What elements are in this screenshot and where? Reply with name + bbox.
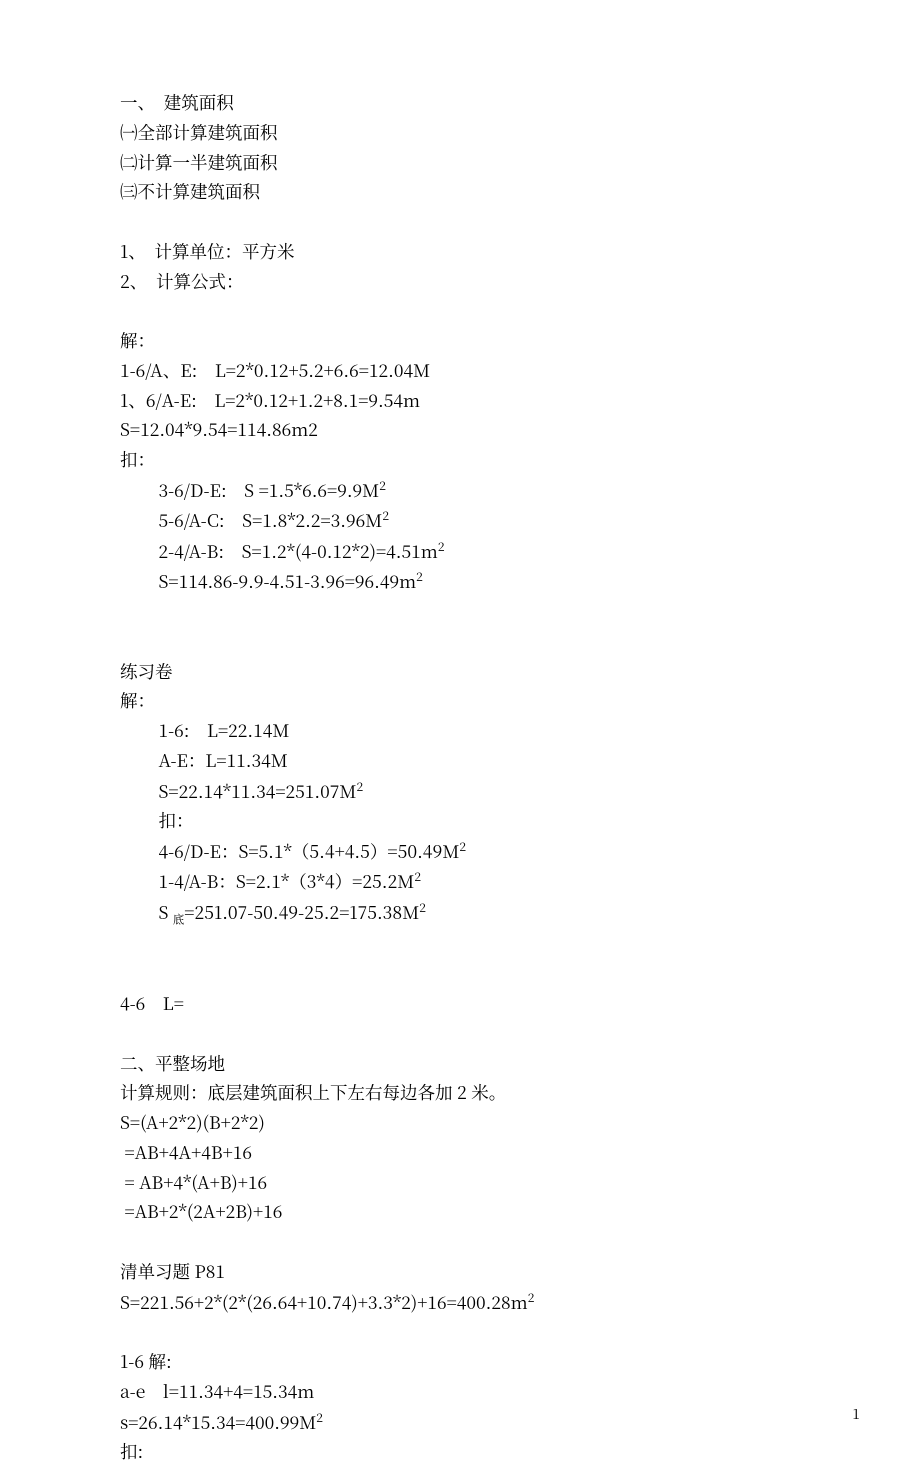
section-1-sub3: ㈢不计算建筑面积 [120,177,800,207]
section-1-item2: 2、 计算公式： [120,267,800,297]
practice-d3: S 底=251.07-50.49-25.2=175.38M2 [120,897,800,930]
blank-line [120,1227,800,1257]
section-1-sub2: ㈡计算一半建筑面积 [120,148,800,178]
blank-line [120,207,800,237]
solution1-line2: 1、6/A-E: L=2*0.12+1.2+8.1=9.54m [120,386,800,416]
practice-d2: 1-4/A-B：S=2.1*（3*4）=25.2M2 [120,866,800,897]
solution1-line1: 1-6/A、E: L=2*0.12+5.2+6.6=12.04M [120,356,800,386]
page-number: 1 [852,1403,860,1427]
practice-deduct: 扣： [120,806,800,836]
blank-line [120,930,800,990]
solution1-d4: S=114.86-9.9-4.51-3.96=96.49m2 [120,566,800,597]
blank-line [120,1317,800,1347]
sol16-deduct: 扣: [120,1437,800,1467]
solution1-deduct: 扣： [120,445,800,475]
sol16-header: 1-6 解: [120,1347,800,1377]
section-2-rule: 计算规则：底层建筑面积上下左右每边各加 2 米。 [120,1078,800,1108]
practice-title: 练习卷 [120,657,800,687]
solution1-header: 解： [120,326,800,356]
document-page: 一、 建筑面积 ㈠全部计算建筑面积 ㈡计算一半建筑面积 ㈢不计算建筑面积 1、 … [0,0,920,1467]
section-2-eq3: = AB+4*(A+B)+16 [120,1168,800,1198]
solution1-d1: 3-6/D-E: S =1.5*6.6=9.9M2 [120,475,800,506]
practice-header: 解： [120,686,800,716]
qingdan-title: 清单习题 P81 [120,1257,800,1287]
solution1-d2: 5-6/A-C: S=1.8*2.2=3.96M2 [120,505,800,536]
line-4-6: 4-6 L= [120,989,800,1019]
solution1-line3: S=12.04*9.54=114.86m2 [120,415,800,445]
sol16-l1: a-e l=11.34+4=15.34m [120,1377,800,1407]
section-1-sub1: ㈠全部计算建筑面积 [120,118,800,148]
practice-l3: S=22.14*11.34=251.07M2 [120,776,800,807]
section-1-item1: 1、 计算单位：平方米 [120,237,800,267]
section-2-title: 二、平整场地 [120,1049,800,1079]
section-2-eq2: =AB+4A+4B+16 [120,1138,800,1168]
blank-line [120,1019,800,1049]
section-1-title: 一、 建筑面积 [120,88,800,118]
section-2-eq4: =AB+2*(2A+2B)+16 [120,1197,800,1227]
blank-line [120,597,800,657]
practice-l1: 1-6: L=22.14M [120,716,800,746]
blank-line [120,296,800,326]
sol16-l2: s=26.14*15.34=400.99M2 [120,1407,800,1438]
solution1-d3: 2-4/A-B: S=1.2*(4-0.12*2)=4.51m2 [120,536,800,567]
section-2-eq1: S=(A+2*2)(B+2*2) [120,1108,800,1138]
practice-l2: A-E：L=11.34M [120,746,800,776]
practice-d1: 4-6/D-E：S=5.1*（5.4+4.5）=50.49M2 [120,836,800,867]
